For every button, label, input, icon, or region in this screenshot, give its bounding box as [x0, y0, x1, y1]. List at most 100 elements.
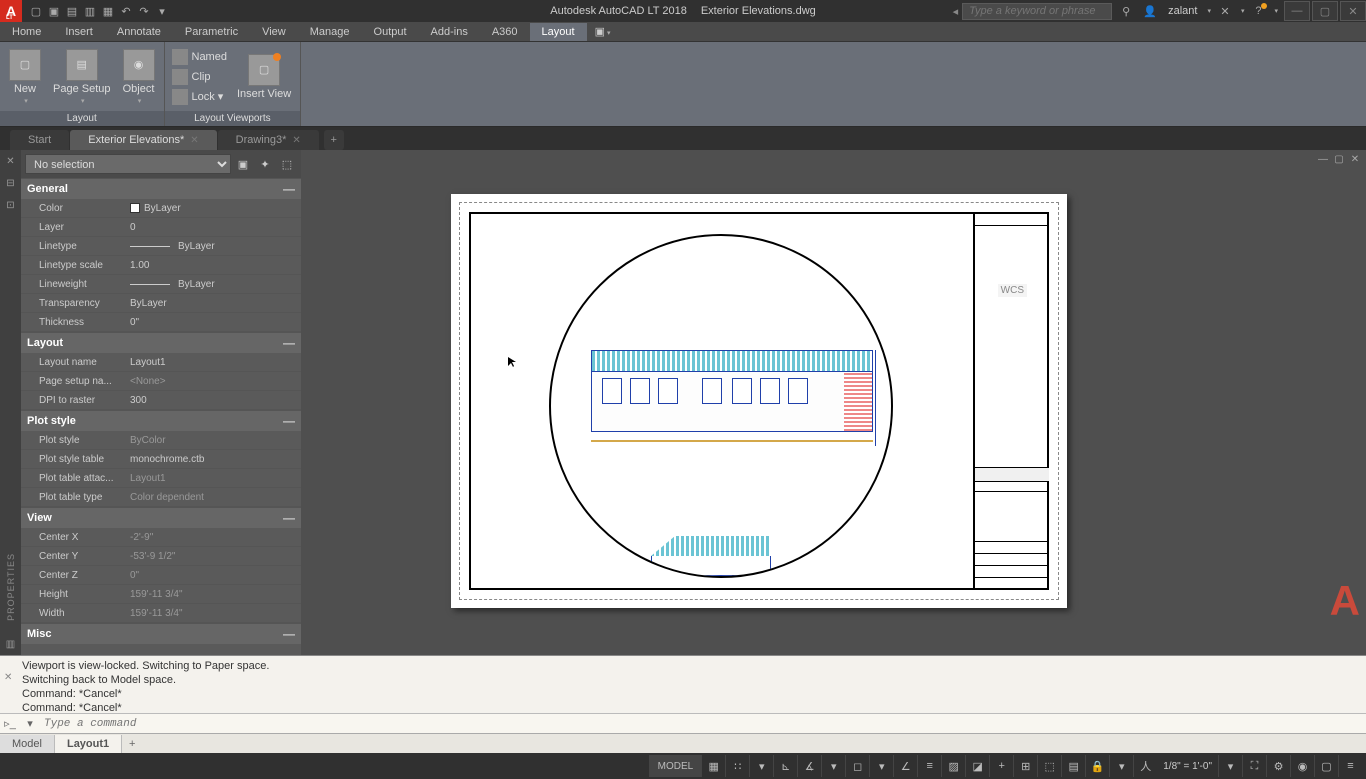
- prop-row[interactable]: LineweightByLayer: [21, 275, 301, 294]
- command-dropdown-icon[interactable]: ▾: [20, 715, 40, 733]
- cmdline-close-icon[interactable]: ✕: [4, 672, 12, 683]
- prop-row[interactable]: Center Y-53'-9 1/2": [21, 547, 301, 566]
- clean-screen-icon[interactable]: ▢: [1314, 755, 1338, 777]
- prop-value[interactable]: ByLayer: [126, 203, 301, 214]
- toggle-pickadd-icon[interactable]: ⬚: [277, 154, 297, 174]
- menu-featured-icon[interactable]: ▣▾: [587, 22, 619, 41]
- page-setup-button[interactable]: ▤ Page Setup ▾: [47, 45, 117, 108]
- prop-row[interactable]: ColorByLayer: [21, 199, 301, 218]
- command-input[interactable]: [40, 718, 1366, 730]
- hardware-accel-icon[interactable]: ⚙: [1266, 755, 1290, 777]
- model-space-button[interactable]: MODEL: [649, 755, 702, 777]
- prop-row[interactable]: Thickness0": [21, 313, 301, 332]
- qat-saveas-icon[interactable]: ▥: [82, 3, 98, 19]
- prop-row[interactable]: TransparencyByLayer: [21, 294, 301, 313]
- grid-icon[interactable]: ▦: [701, 755, 725, 777]
- prop-section-layout[interactable]: Layout—: [21, 332, 301, 353]
- app-logo[interactable]: ALT: [0, 0, 22, 22]
- osnap-icon[interactable]: ◻: [845, 755, 869, 777]
- tab-drawing3[interactable]: Drawing3*✕: [218, 130, 319, 150]
- transparency-icon[interactable]: ▨: [941, 755, 965, 777]
- named-button[interactable]: Named: [168, 47, 231, 67]
- units-icon[interactable]: ⬚: [1037, 755, 1061, 777]
- prop-value[interactable]: 0": [126, 317, 301, 328]
- menu-home[interactable]: Home: [0, 23, 53, 41]
- lock-button[interactable]: Lock ▾: [168, 87, 231, 107]
- prop-row[interactable]: Layer0: [21, 218, 301, 237]
- menu-layout[interactable]: Layout: [530, 23, 587, 41]
- new-layout-button[interactable]: ▢ New ▾: [3, 45, 47, 108]
- menu-parametric[interactable]: Parametric: [173, 23, 250, 41]
- snap-icon[interactable]: ∷: [725, 755, 749, 777]
- prop-value[interactable]: 0": [126, 570, 301, 581]
- prop-row[interactable]: DPI to raster300: [21, 391, 301, 410]
- panel-menu-icon[interactable]: ▥: [4, 637, 18, 651]
- prop-value[interactable]: ByLayer: [126, 298, 301, 309]
- clip-button[interactable]: Clip: [168, 67, 231, 87]
- prop-value[interactable]: Layout1: [126, 357, 301, 368]
- infocenter-icon[interactable]: ⚲: [1116, 2, 1136, 20]
- panel-pin-icon[interactable]: ⊟: [4, 176, 18, 190]
- osnap-dropdown-icon[interactable]: ▾: [869, 755, 893, 777]
- menu-manage[interactable]: Manage: [298, 23, 362, 41]
- selection-dropdown[interactable]: No selection: [25, 154, 231, 174]
- doc-minimize-icon[interactable]: —: [1316, 152, 1330, 166]
- select-objects-icon[interactable]: ✦: [255, 154, 275, 174]
- layout-tab-model[interactable]: Model: [0, 735, 55, 753]
- menu-addins[interactable]: Add-ins: [419, 23, 480, 41]
- panel-options-icon[interactable]: ⊡: [4, 198, 18, 212]
- prop-row[interactable]: Height159'-11 3/4": [21, 585, 301, 604]
- circular-viewport[interactable]: [549, 234, 893, 578]
- prop-row[interactable]: Center Z0": [21, 566, 301, 585]
- lock-ui-icon[interactable]: 🔒: [1085, 755, 1109, 777]
- add-layout-button[interactable]: +: [122, 738, 142, 750]
- qat-undo-icon[interactable]: ↶: [118, 3, 134, 19]
- prop-value[interactable]: 1.00: [126, 260, 301, 271]
- prop-value[interactable]: -53'-9 1/2": [126, 551, 301, 562]
- annotation-monitor-icon[interactable]: +: [989, 755, 1013, 777]
- prop-row[interactable]: Plot table attac...Layout1: [21, 469, 301, 488]
- menu-view[interactable]: View: [250, 23, 298, 41]
- prop-row[interactable]: LinetypeByLayer: [21, 237, 301, 256]
- minimize-button[interactable]: —: [1284, 1, 1310, 21]
- user-name[interactable]: zalant: [1164, 5, 1201, 17]
- customize-icon[interactable]: ≡: [1338, 755, 1362, 777]
- user-dropdown-icon[interactable]: ▾: [1207, 7, 1211, 15]
- prop-value[interactable]: monochrome.ctb: [126, 454, 301, 465]
- help-icon[interactable]: ?: [1248, 2, 1268, 20]
- polar-dropdown-icon[interactable]: ▾: [821, 755, 845, 777]
- otrack-icon[interactable]: ∠: [893, 755, 917, 777]
- qat-new-icon[interactable]: ▢: [28, 3, 44, 19]
- help-dropdown[interactable]: ▾: [1274, 7, 1278, 15]
- prop-row[interactable]: Layout nameLayout1: [21, 353, 301, 372]
- tab-exterior-elevations[interactable]: Exterior Elevations*✕: [70, 130, 216, 150]
- prop-value[interactable]: Color dependent: [126, 492, 301, 503]
- prop-row[interactable]: Linetype scale1.00: [21, 256, 301, 275]
- qat-redo-icon[interactable]: ↷: [136, 3, 152, 19]
- command-prompt-icon[interactable]: ▹_: [0, 715, 20, 733]
- prop-value[interactable]: <None>: [126, 376, 301, 387]
- quick-props-icon[interactable]: ▤: [1061, 755, 1085, 777]
- signin-icon[interactable]: 👤: [1140, 2, 1160, 20]
- exchange-icon[interactable]: ✕: [1215, 2, 1235, 20]
- scale-display[interactable]: 1/8" = 1'-0": [1157, 761, 1218, 772]
- prop-row[interactable]: Plot styleByColor: [21, 431, 301, 450]
- annotation-scale-icon[interactable]: 人: [1133, 755, 1157, 777]
- prop-value[interactable]: ByLayer: [126, 279, 301, 290]
- prop-value[interactable]: 300: [126, 395, 301, 406]
- qat-plot-icon[interactable]: ▦: [100, 3, 116, 19]
- quick-select-icon[interactable]: ▣: [233, 154, 253, 174]
- lineweight-icon[interactable]: ≡: [917, 755, 941, 777]
- lock-dropdown-icon[interactable]: ▾: [1109, 755, 1133, 777]
- ortho-icon[interactable]: ⊾: [773, 755, 797, 777]
- close-button[interactable]: ✕: [1340, 1, 1366, 21]
- prop-row[interactable]: Center X-2'-9": [21, 528, 301, 547]
- drawing-canvas[interactable]: — ▢ ✕: [301, 150, 1366, 655]
- prop-row[interactable]: Width159'-11 3/4": [21, 604, 301, 623]
- prop-section-view[interactable]: View—: [21, 507, 301, 528]
- prop-value[interactable]: 159'-11 3/4": [126, 589, 301, 600]
- doc-close-icon[interactable]: ✕: [1348, 152, 1362, 166]
- tab-start[interactable]: Start: [10, 130, 69, 150]
- prop-row[interactable]: Page setup na...<None>: [21, 372, 301, 391]
- prop-row[interactable]: Plot table typeColor dependent: [21, 488, 301, 507]
